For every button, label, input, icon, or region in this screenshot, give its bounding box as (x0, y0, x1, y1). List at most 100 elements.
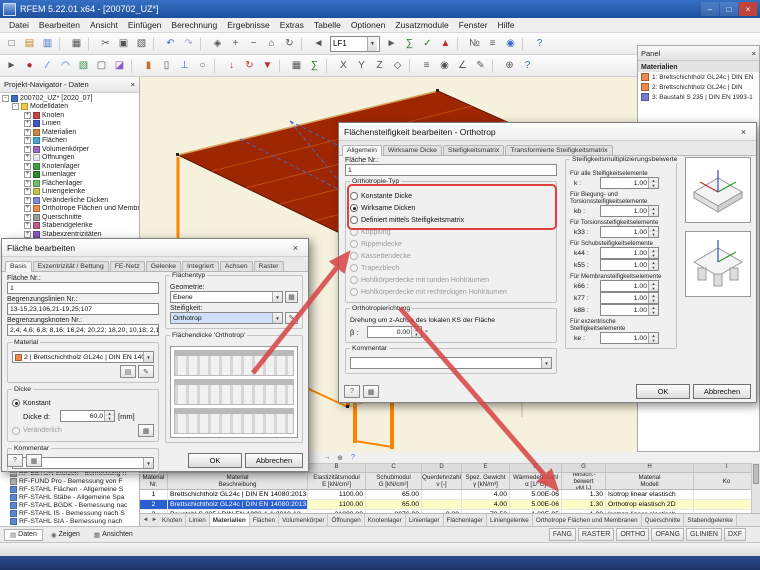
cell-teilsicherheitsbeiwert[interactable]: 1.30 (562, 500, 606, 509)
ok-button[interactable]: OK (188, 453, 242, 468)
dialog-tab[interactable]: Wirksame Dicke (382, 145, 442, 155)
cut-icon[interactable]: ✂ (97, 35, 114, 52)
toolbar-separator[interactable] (279, 58, 285, 73)
panel-close-icon[interactable]: × (752, 49, 756, 58)
orthotropie-typ-radio[interactable]: Definiert mittels Steifigkeitsmatrix (350, 214, 552, 226)
menu-item[interactable]: Einfügen (123, 20, 167, 30)
support-icon[interactable]: ⊥ (176, 57, 193, 74)
spinner-buttons[interactable]: ▲ ▼ (411, 327, 421, 337)
spinner-buttons[interactable]: ▲ ▼ (648, 281, 658, 291)
spinner-buttons[interactable]: ▲ ▼ (648, 178, 658, 188)
layers-icon[interactable]: ≡ (418, 57, 435, 74)
dialog-tab[interactable]: Integriert (182, 261, 219, 271)
tree-expander[interactable]: + (24, 205, 31, 213)
tree-item[interactable]: - 200702_UZ* [2020_07] (0, 94, 139, 103)
factor-input[interactable]: 1.00 ▲ ▼ (600, 304, 659, 316)
veraenderlich-edit-button[interactable]: ▦ (138, 424, 154, 437)
help-button[interactable]: ? (7, 454, 23, 467)
cell-waermedehnzahl[interactable]: 5.00E-06 (510, 490, 562, 499)
tree-item[interactable]: + Flächen (0, 137, 139, 146)
navigator-tab[interactable]: ▦ Ansichten (88, 529, 139, 541)
steifigkeit-edit-button[interactable]: ✎ (285, 312, 298, 324)
snap-toggle[interactable]: FANG (548, 528, 576, 541)
toolbar-separator[interactable] (88, 36, 94, 51)
table-tab[interactable]: Öffnungen (328, 514, 365, 526)
numbering-icon[interactable]: № (466, 35, 483, 52)
slab-preview-thumbnail[interactable] (174, 408, 294, 434)
table-tab[interactable]: Flächenlager (444, 514, 487, 526)
opening-icon[interactable]: ▢ (93, 57, 110, 74)
tree-expander[interactable]: + (24, 196, 31, 204)
flaeche-nr-input[interactable]: 1 (345, 164, 557, 176)
module-item[interactable]: RF-STAHL BGDK - Bemessung nac (0, 501, 139, 509)
table-tab[interactable]: Flächen (250, 514, 280, 526)
toolbar-separator[interactable] (326, 58, 332, 73)
navigator-tab[interactable]: ▤ Daten (4, 528, 43, 541)
menu-item[interactable]: Hilfe (493, 20, 520, 30)
view-x-icon[interactable]: X (335, 57, 352, 74)
navigator-close-icon[interactable]: × (131, 80, 135, 89)
column-header[interactable]: Teilsich.-beiwert γM [-] (562, 473, 606, 489)
fit-view-icon[interactable]: ⌂ (263, 35, 280, 52)
calculate-icon[interactable]: ∑ (306, 57, 323, 74)
menu-item[interactable]: Datei (4, 20, 34, 30)
tree-expander[interactable]: + (24, 171, 31, 179)
zoom-in-icon[interactable]: + (227, 35, 244, 52)
tree-expander[interactable]: + (24, 128, 31, 136)
menu-item[interactable]: Extras (275, 20, 309, 30)
column-letter[interactable]: C (366, 464, 422, 472)
column-letter[interactable]: B (308, 464, 366, 472)
view-z-icon[interactable]: Z (371, 57, 388, 74)
scrollbar-thumb[interactable] (753, 464, 759, 484)
settings-icon[interactable]: ⊕ (334, 453, 346, 463)
units-button[interactable]: ▦ (363, 385, 379, 398)
surface-icon[interactable]: ▧ (75, 57, 92, 74)
factor-input[interactable]: 1.00 ▲ ▼ (600, 205, 659, 217)
factor-input[interactable]: 1.00 ▲ ▼ (600, 247, 659, 259)
table-tab[interactable]: Knoten (159, 514, 186, 526)
help-icon[interactable]: ? (347, 453, 359, 463)
column-header[interactable]: Elastizitätsmodul E [kN/cm²] (308, 473, 366, 489)
redo-icon[interactable]: ↷ (180, 35, 197, 52)
rib-icon[interactable]: ▯ (158, 57, 175, 74)
geometrie-combo[interactable]: Ebene ▼ (170, 291, 283, 303)
dialog-tab[interactable]: Achsen (219, 261, 253, 271)
tree-item[interactable]: + Knoten (0, 111, 139, 120)
undo-icon[interactable]: ↶ (162, 35, 179, 52)
table-tab[interactable]: Linien (186, 514, 210, 526)
table-tab[interactable]: Orthotrope Flächen und Membranen (533, 514, 642, 526)
factor-input[interactable]: 1.00 ▲ ▼ (600, 280, 659, 292)
tree-expander[interactable]: + (24, 111, 31, 119)
tree-expander[interactable]: + (24, 145, 31, 153)
slab-preview-thumbnail[interactable] (174, 379, 294, 405)
column-letter[interactable]: E (462, 464, 510, 472)
isometric-view-icon[interactable]: ◇ (389, 57, 406, 74)
orthotropie-typ-radio[interactable]: Kassettendecke (350, 250, 552, 262)
solid-icon[interactable]: ◪ (111, 57, 128, 74)
menu-item[interactable]: Berechnung (166, 20, 222, 30)
cell-material-modell[interactable]: Isotrop linear elastisch (606, 490, 694, 499)
toolbar-separator[interactable] (200, 36, 206, 51)
line-icon[interactable]: ∕ (39, 57, 56, 74)
export-icon[interactable]: → (321, 453, 333, 463)
guidelines-icon[interactable]: ≡ (484, 35, 501, 52)
table-row[interactable]: 2 Brettschichtholz GL24c | DIN EN 14080:… (140, 500, 760, 510)
previous-loadcase-icon[interactable]: ◄ (310, 35, 327, 52)
column-letter[interactable]: D (422, 464, 462, 472)
area-load-icon[interactable]: ▼ (259, 57, 276, 74)
spinner-buttons[interactable]: ▲ ▼ (648, 305, 658, 315)
steifigkeit-combo[interactable]: Orthotrop ▼ (170, 312, 283, 324)
toolbar-separator[interactable] (131, 58, 137, 73)
calculate-icon[interactable]: ∑ (401, 35, 418, 52)
chevron-down-icon[interactable]: ▼ (541, 358, 551, 368)
column-letter[interactable]: G (562, 464, 606, 472)
toolbar-separator[interactable] (409, 58, 415, 73)
zoom-out-icon[interactable]: − (245, 35, 262, 52)
tree-expander[interactable]: + (24, 154, 31, 162)
table-tab[interactable]: Liniengelenke (487, 514, 533, 526)
tree-expander[interactable]: + (24, 162, 31, 170)
snap-toggle[interactable]: GLINIEN (685, 528, 722, 541)
column-header[interactable]: Material Modell (606, 473, 694, 489)
toolbar-separator[interactable] (214, 58, 220, 73)
column-header[interactable]: Material Nr. (140, 473, 168, 489)
